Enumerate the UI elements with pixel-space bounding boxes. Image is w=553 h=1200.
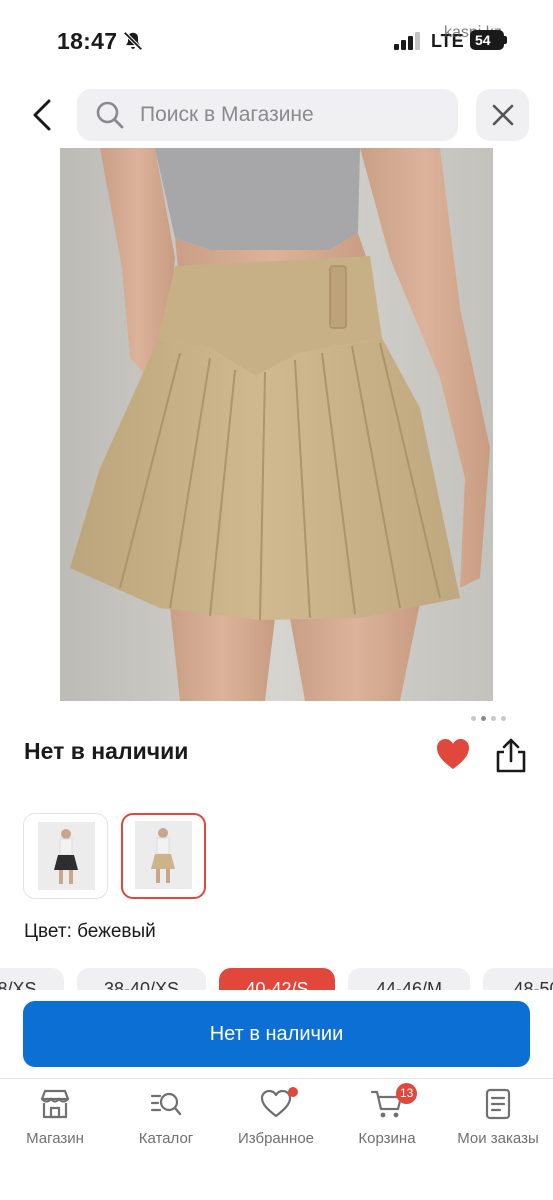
carousel-dot-active	[481, 716, 486, 721]
share-icon	[496, 738, 526, 773]
availability-title: Нет в наличии	[24, 738, 189, 764]
nav-item-favorites[interactable]: Избранное	[221, 1087, 331, 1147]
chevron-left-icon	[33, 99, 51, 131]
size-chip-selected[interactable]: 40-42/S	[219, 968, 335, 990]
carousel-dot	[501, 716, 506, 721]
size-chip[interactable]: 36-38/XS	[0, 968, 64, 990]
carousel-dot	[491, 716, 496, 721]
product-image[interactable]	[60, 148, 493, 701]
back-button[interactable]	[22, 92, 62, 138]
nav-label-cart: Корзина	[358, 1130, 416, 1147]
out-of-stock-button[interactable]: Нет в наличии	[23, 1001, 530, 1067]
nav-label-favorites: Избранное	[237, 1130, 315, 1147]
size-chip[interactable]: 48-50/L	[483, 968, 553, 990]
bell-muted-icon	[123, 31, 143, 51]
variant-thumbnail-black	[38, 822, 95, 890]
nav-label-shop: Магазин	[26, 1130, 84, 1147]
size-chip[interactable]: 44-46/M	[348, 968, 470, 990]
cart-badge: 13	[396, 1083, 418, 1104]
color-variant-beige[interactable]	[121, 813, 206, 899]
nav-item-orders[interactable]: Мои заказы	[443, 1087, 553, 1147]
close-icon	[492, 104, 513, 126]
orders-icon	[485, 1088, 511, 1120]
close-button[interactable]	[476, 89, 529, 141]
search-placeholder: Поиск в Магазине	[140, 103, 314, 126]
carousel-dots	[471, 716, 506, 721]
nav-label-orders: Мои заказы	[457, 1130, 539, 1147]
skirt-photo	[60, 148, 493, 701]
favorite-button[interactable]	[435, 737, 471, 771]
variant-thumbnail-beige	[135, 821, 192, 889]
search-input[interactable]: Поиск в Магазине	[77, 89, 458, 141]
search-icon	[96, 101, 124, 129]
battery-icon: 54	[470, 30, 504, 50]
carousel-dot	[471, 716, 476, 721]
heart-filled-icon	[437, 739, 469, 769]
size-chip[interactable]: 38-40/XS	[77, 968, 206, 990]
color-label: Цвет: бежевый	[24, 921, 156, 942]
signal-icon	[394, 32, 420, 50]
nav-item-catalog[interactable]: Каталог	[111, 1087, 221, 1147]
shop-icon	[40, 1089, 70, 1119]
nav-item-shop[interactable]: Магазин	[0, 1087, 110, 1147]
battery-level: 54	[475, 32, 491, 48]
share-button[interactable]	[494, 737, 528, 775]
status-time: 18:47	[57, 28, 118, 54]
favorites-notification-dot	[288, 1087, 298, 1097]
size-selector: 36-38/XS 38-40/XS 40-42/S 44-46/M 48-50/…	[0, 968, 553, 990]
status-bar: 18:47 LTE kaspi.kz 54	[0, 0, 553, 80]
catalog-search-icon	[150, 1092, 182, 1116]
nav-item-cart[interactable]: 13 Корзина	[332, 1083, 442, 1147]
battery-tip	[504, 36, 507, 44]
nav-label-catalog: Каталог	[138, 1130, 194, 1147]
bottom-nav: Магазин Каталог Избранное 13 Корзина Мои…	[0, 1078, 553, 1200]
color-variant-black[interactable]	[23, 813, 108, 899]
